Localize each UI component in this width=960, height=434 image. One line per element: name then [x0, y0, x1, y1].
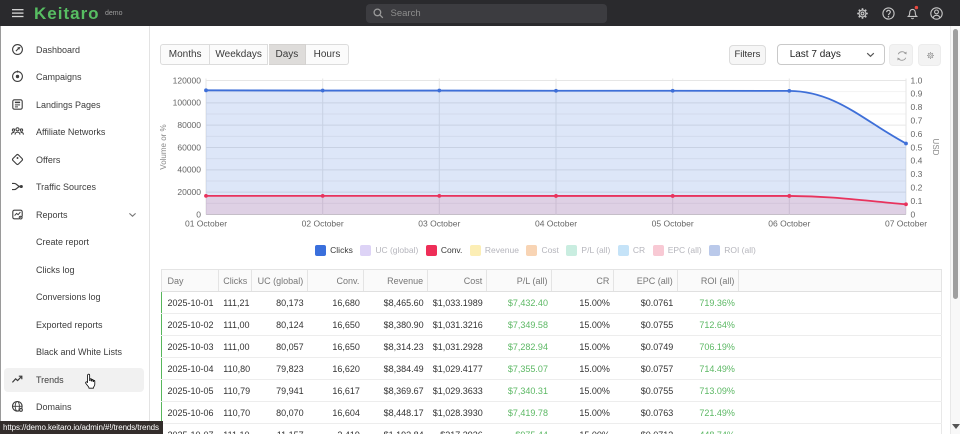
svg-text:1.0: 1.0	[911, 75, 923, 85]
svg-text:04 October: 04 October	[535, 219, 577, 229]
svg-text:60000: 60000	[177, 142, 201, 152]
svg-text:0.5: 0.5	[911, 142, 923, 152]
svg-text:100000: 100000	[173, 98, 202, 108]
svg-text:40000: 40000	[177, 165, 201, 175]
svg-text:05 October: 05 October	[652, 219, 694, 229]
svg-text:01 October: 01 October	[185, 219, 227, 229]
svg-text:USD: USD	[931, 139, 940, 156]
svg-text:0.4: 0.4	[911, 156, 923, 166]
svg-text:0.3: 0.3	[911, 169, 923, 179]
svg-text:0.9: 0.9	[911, 89, 923, 99]
svg-text:Volume or %: Volume or %	[159, 124, 168, 169]
svg-text:0.6: 0.6	[911, 129, 923, 139]
svg-text:0.1: 0.1	[911, 196, 923, 206]
svg-text:0.7: 0.7	[911, 116, 923, 126]
svg-text:07 October: 07 October	[885, 219, 927, 229]
svg-text:06 October: 06 October	[768, 219, 810, 229]
svg-text:02 October: 02 October	[302, 219, 344, 229]
svg-text:0.2: 0.2	[911, 183, 923, 193]
svg-text:80000: 80000	[177, 120, 201, 130]
svg-text:120000: 120000	[173, 75, 202, 85]
svg-text:03 October: 03 October	[418, 219, 460, 229]
svg-text:20000: 20000	[177, 187, 201, 197]
svg-text:0.8: 0.8	[911, 102, 923, 112]
